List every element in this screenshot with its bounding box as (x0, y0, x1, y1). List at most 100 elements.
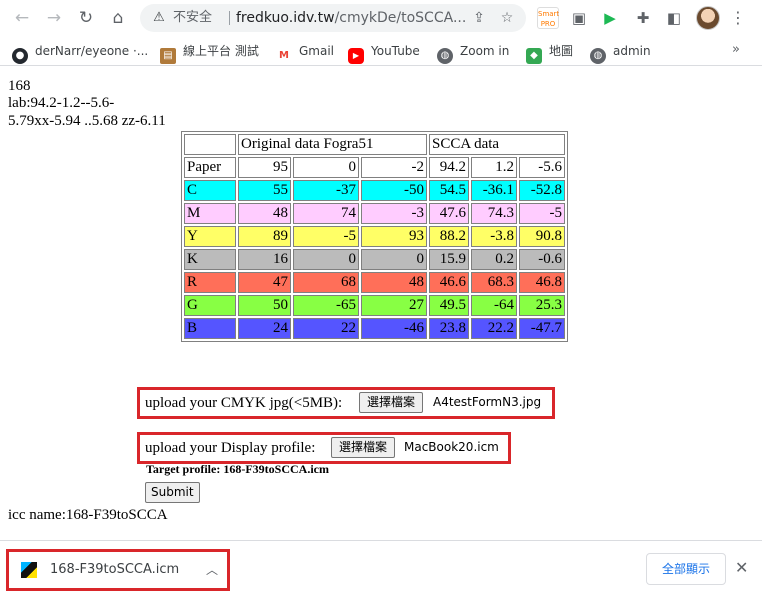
reload-icon[interactable]: ↻ (74, 6, 98, 30)
submit-button[interactable]: Submit (145, 482, 200, 503)
original-value-cell: 48 (238, 203, 291, 224)
row-label-cell: Paper (184, 157, 236, 178)
bookmark-item-gmail[interactable]: M Gmail (276, 42, 334, 64)
original-value-cell: 47 (238, 272, 291, 293)
download-file-name: 168-F39toSCCA.icm (50, 562, 180, 577)
original-value-cell: -37 (293, 180, 359, 201)
scca-value-cell: 46.6 (429, 272, 469, 293)
download-item[interactable]: 168-F39toSCCA.icm ︿ (6, 549, 230, 591)
original-value-cell: 89 (238, 226, 291, 247)
original-value-cell: 22 (293, 318, 359, 339)
profile-avatar[interactable] (696, 6, 720, 30)
original-value-cell: -2 (361, 157, 427, 178)
share-icon[interactable]: ⇪ (470, 9, 488, 27)
security-label: 不安全 (173, 10, 213, 25)
scca-value-cell: 25.3 (519, 295, 565, 316)
table-header-row: Original data Fogra51 SCCA data (184, 134, 565, 155)
bookmarks-bar: ● derNarr/eyeone ·... ▤ 線上平台 測試 M Gmail ▶ Yo… (0, 36, 762, 66)
scca-value-cell: 0.2 (471, 249, 517, 270)
lab-text: lab:94.2-1.2--5.6- (8, 95, 115, 111)
lab-data-table: Original data Fogra51 SCCA data Paper 95 0… (181, 131, 568, 342)
globe-icon: ◍ (590, 48, 606, 64)
chevron-up-icon[interactable]: ︿ (206, 560, 218, 580)
scca-value-cell: -47.7 (519, 318, 565, 339)
menu-kebab-icon[interactable]: ⋮ (730, 6, 746, 30)
bookmark-star-icon[interactable]: ☆ (498, 9, 516, 27)
scca-value-cell: -36.1 (471, 180, 517, 201)
scca-value-cell: 88.2 (429, 226, 469, 247)
bookmarks-overflow-icon[interactable]: » (732, 42, 740, 57)
not-secure-icon[interactable]: ⚠ (150, 9, 168, 27)
scca-value-cell: -5.6 (519, 157, 565, 178)
scca-value-cell: 46.8 (519, 272, 565, 293)
table-row: M 48 74 -3 47.6 74.3 -5 (184, 203, 565, 224)
home-icon[interactable]: ⌂ (106, 6, 130, 30)
table-row: C 55 -37 -50 54.5 -36.1 -52.8 (184, 180, 565, 201)
original-value-cell: 0 (293, 249, 359, 270)
row-label-cell: R (184, 272, 236, 293)
table-corner-cell (184, 134, 236, 155)
original-value-cell: 0 (361, 249, 427, 270)
bookmark-item-dernarr[interactable]: ● derNarr/eyeone ·... (12, 42, 148, 64)
original-value-cell: 93 (361, 226, 427, 247)
bookmark-item-youtube[interactable]: ▶ YouTube (348, 42, 420, 64)
row-label-cell: C (184, 180, 236, 201)
display-choose-file-button[interactable]: 選擇檔案 (331, 437, 396, 458)
image-icon: ▤ (160, 48, 176, 64)
original-value-cell: 0 (293, 157, 359, 178)
original-value-cell: 24 (238, 318, 291, 339)
row-label-cell: M (184, 203, 236, 224)
extensions-puzzle-icon[interactable]: ✚ (632, 7, 654, 29)
delta-text: 5.79xx-5.94 ..5.68 zz-6.11 (8, 113, 166, 129)
youtube-icon: ▶ (348, 48, 364, 64)
original-data-header: Original data Fogra51 (238, 134, 427, 155)
original-value-cell: -5 (293, 226, 359, 247)
table-row: B 24 22 -46 23.8 22.2 -47.7 (184, 318, 565, 339)
scca-value-cell: -0.6 (519, 249, 565, 270)
original-value-cell: 50 (238, 295, 291, 316)
close-icon[interactable]: ✕ (735, 557, 748, 579)
scca-value-cell: 22.2 (471, 318, 517, 339)
back-icon[interactable]: ← (10, 6, 34, 30)
maps-icon: ◆ (526, 48, 542, 64)
cmyk-choose-file-button[interactable]: 選擇檔案 (359, 392, 424, 413)
scca-value-cell: 47.6 (429, 203, 469, 224)
browser-toolbar: ← → ↻ ⌂ ⚠ 不安全 fredkuo.idv.tw/cmykDe/toSC… (0, 0, 762, 36)
scca-value-cell: 54.5 (429, 180, 469, 201)
scca-value-cell: 74.3 (471, 203, 517, 224)
url-text[interactable]: fredkuo.idv.tw/cmykDe/toSCCA... (236, 10, 466, 26)
bookmark-item-online-platform[interactable]: ▤ 線上平台 測試 (160, 42, 259, 64)
forward-icon[interactable]: → (42, 6, 66, 30)
omnibox-divider (229, 11, 230, 25)
scca-value-cell: 49.5 (429, 295, 469, 316)
bookmark-item-zoom-in[interactable]: ◍ Zoom in (437, 42, 509, 64)
original-value-cell: 95 (238, 157, 291, 178)
bookmark-item-maps[interactable]: ◆ 地圖 (526, 42, 573, 64)
cast-extension-icon[interactable]: ▣ (568, 7, 590, 29)
table-row: Y 89 -5 93 88.2 -3.8 90.8 (184, 226, 565, 247)
smart-extension-icon[interactable]: Smart PRO (537, 7, 559, 29)
scca-value-cell: 23.8 (429, 318, 469, 339)
side-panel-icon[interactable]: ◧ (663, 7, 685, 29)
original-value-cell: -65 (293, 295, 359, 316)
scca-data-header: SCCA data (429, 134, 565, 155)
scca-value-cell: 68.3 (471, 272, 517, 293)
cmyk-upload-label: upload your CMYK jpg(<5MB): (145, 395, 343, 411)
original-value-cell: -50 (361, 180, 427, 201)
globe-icon: ◍ (437, 48, 453, 64)
scca-value-cell: -5 (519, 203, 565, 224)
scca-value-cell: -64 (471, 295, 517, 316)
table-row: R 47 68 48 46.6 68.3 46.8 (184, 272, 565, 293)
original-value-cell: 48 (361, 272, 427, 293)
table-row: K 16 0 0 15.9 0.2 -0.6 (184, 249, 565, 270)
show-all-downloads-button[interactable]: 全部顯示 (646, 553, 726, 585)
download-bar: 168-F39toSCCA.icm ︿ 全部顯示 ✕ (0, 540, 762, 597)
original-value-cell: 55 (238, 180, 291, 201)
bookmark-item-admin[interactable]: ◍ admin (590, 42, 651, 64)
address-bar[interactable]: ⚠ 不安全 fredkuo.idv.tw/cmykDe/toSCCA... ⇪ … (140, 4, 526, 32)
play-extension-icon[interactable]: ▶ (599, 7, 621, 29)
original-value-cell: 68 (293, 272, 359, 293)
gmail-icon: M (276, 48, 292, 64)
target-profile-text: Target profile: 168-F39toSCCA.icm (146, 462, 329, 476)
scca-value-cell: 94.2 (429, 157, 469, 178)
